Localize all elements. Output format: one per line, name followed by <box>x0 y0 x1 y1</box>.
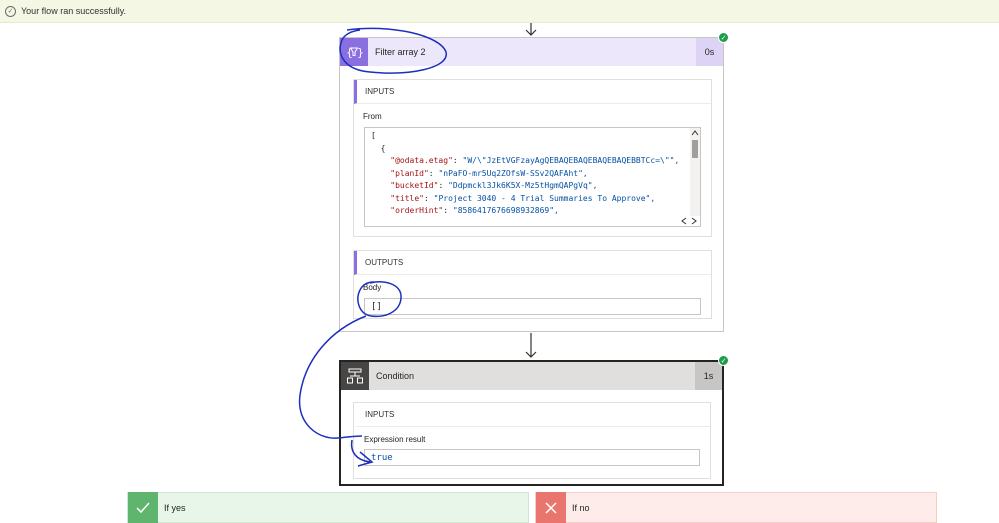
close-icon <box>536 492 566 523</box>
code-line: "orderHint": "8586417676698932869", <box>390 206 559 215</box>
expression-result-box[interactable]: true <box>364 449 700 466</box>
body-value: [] <box>371 301 382 312</box>
code-line: { <box>371 143 386 153</box>
if-yes-label: If yes <box>164 502 186 513</box>
horizontal-scrollbar[interactable] <box>365 216 700 226</box>
if-no-branch[interactable]: If no <box>535 492 937 523</box>
expression-result-label: Expression result <box>364 435 426 444</box>
code-line: [ <box>371 131 376 140</box>
banner-message: Your flow ran successfully. <box>21 6 127 16</box>
if-no-label: If no <box>572 502 590 513</box>
flow-arrow-icon <box>525 333 537 358</box>
body-value-box[interactable]: [] <box>364 298 701 315</box>
condition-duration: 1s <box>695 362 722 390</box>
from-label: From <box>363 112 382 121</box>
success-check-icon: ✓ <box>718 32 729 43</box>
condition-card: Condition 1s INPUTS Expression result tr… <box>339 360 724 486</box>
code-line: "planId": "nPaFO-mr5Uq2ZOfsW-SSv2QAFAht"… <box>390 168 588 178</box>
condition-header[interactable]: Condition 1s <box>341 362 722 390</box>
code-line: "title": "Project 3040 - 4 Trial Summari… <box>390 193 656 203</box>
condition-title: Condition <box>376 371 415 381</box>
code-line: "@odata.etag": "W/\"JzEtVGFzayAgQEBAQEBA… <box>390 156 680 165</box>
outputs-heading: OUTPUTS <box>354 251 711 275</box>
expression-result-value: true <box>371 452 393 463</box>
body-label: Body <box>363 283 382 292</box>
filter-inputs-section: INPUTS From [ { "@odata.etag": "W/\"JzEt… <box>353 79 712 237</box>
flow-arrow-icon <box>525 23 537 36</box>
svg-text:}: } <box>357 46 363 59</box>
scroll-thumb[interactable] <box>692 140 698 158</box>
if-yes-branch[interactable]: If yes <box>127 492 529 523</box>
filter-array-title: Filter array 2 <box>375 47 426 57</box>
filter-array-icon: { } <box>340 38 368 66</box>
filter-outputs-section: OUTPUTS Body [] <box>353 250 712 319</box>
from-code-box[interactable]: [ { "@odata.etag": "W/\"JzEtVGFzayAgQEBA… <box>364 127 701 227</box>
success-check-icon: ✓ <box>718 355 729 366</box>
condition-icon <box>341 362 369 390</box>
inputs-heading: INPUTS <box>354 403 710 427</box>
check-circle-icon: ✓ <box>5 5 16 17</box>
filter-array-duration: 0s <box>696 38 723 66</box>
condition-inputs-section: INPUTS Expression result true <box>353 402 711 479</box>
inputs-heading: INPUTS <box>354 80 711 104</box>
checkmark-icon <box>128 492 158 523</box>
filter-array-card: { } Filter array 2 0s INPUTS From [ { "@… <box>339 37 724 332</box>
vertical-scrollbar[interactable] <box>690 128 700 216</box>
filter-array-header[interactable]: { } Filter array 2 0s <box>340 38 723 66</box>
success-banner: ✓ Your flow ran successfully. <box>0 0 999 23</box>
code-line: "bucketId": "Ddpmckl3Jk6K5X-Mz5tHgmQAPgV… <box>390 181 598 190</box>
